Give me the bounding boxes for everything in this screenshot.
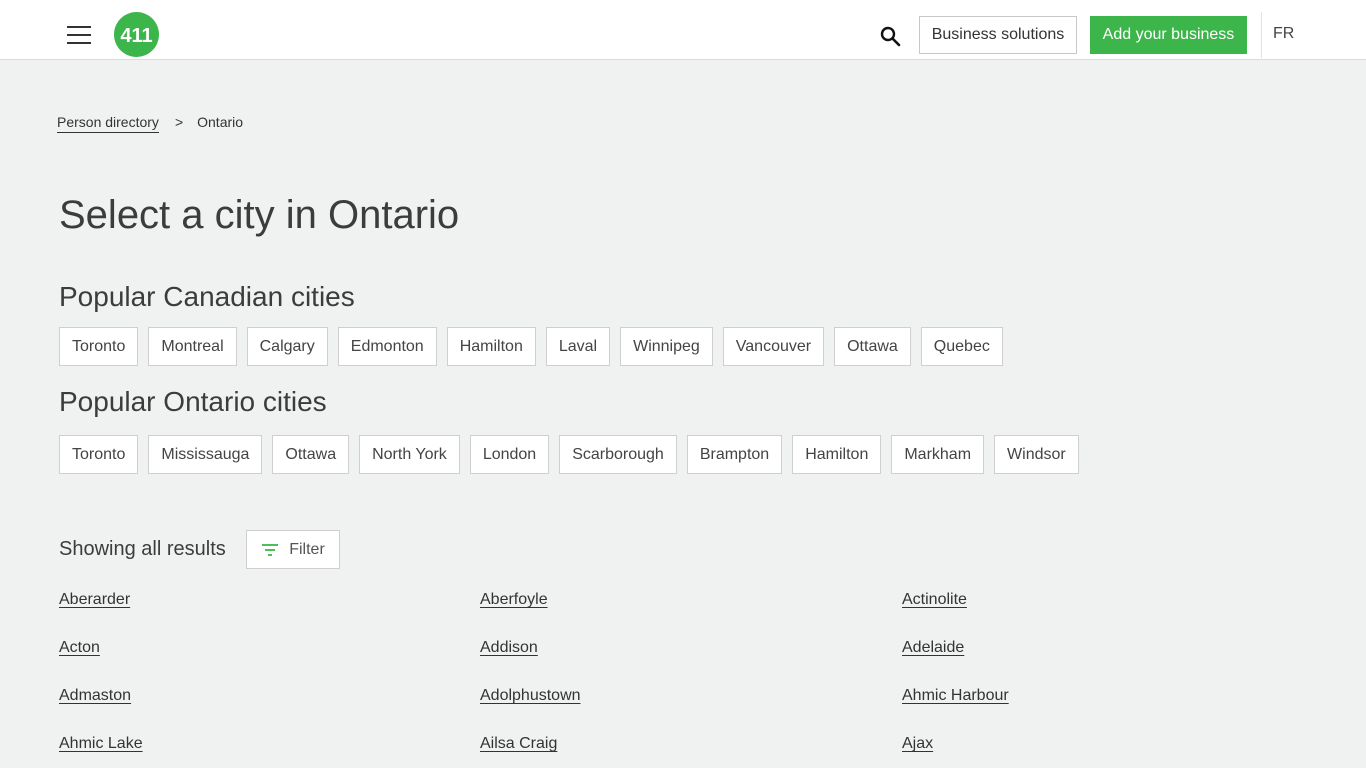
popular-canadian-cities-title: Popular Canadian cities (59, 281, 355, 312)
city-chip-laval[interactable]: Laval (545, 327, 611, 366)
breadcrumb-current: Ontario (197, 114, 244, 130)
business-solutions-button[interactable]: Business solutions (919, 16, 1077, 54)
city-chip-vancouver[interactable]: Vancouver (722, 327, 825, 366)
menu-bar (67, 42, 91, 44)
city-link-ahmic-harbour[interactable]: Ahmic Harbour (902, 685, 1009, 706)
city-link-adolphustown[interactable]: Adolphustown (480, 685, 581, 706)
city-chip-scarborough[interactable]: Scarborough (559, 435, 677, 474)
breadcrumb-separator: > (174, 114, 184, 130)
language-toggle[interactable]: FR (1273, 25, 1294, 43)
menu-bar (67, 34, 91, 36)
city-chip-winnipeg[interactable]: Winnipeg (620, 327, 713, 366)
city-link-adelaide[interactable]: Adelaide (902, 637, 964, 658)
search-icon[interactable] (878, 24, 902, 48)
page-title: Select a city in Ontario (59, 193, 460, 237)
hamburger-menu-icon[interactable] (67, 26, 91, 44)
city-link-acton[interactable]: Acton (59, 637, 100, 658)
city-chip-markham[interactable]: Markham (891, 435, 985, 474)
filter-label: Filter (289, 540, 325, 558)
city-chip-mississauga[interactable]: Mississauga (148, 435, 263, 474)
city-chip-toronto[interactable]: Toronto (59, 435, 139, 474)
city-chip-north-york[interactable]: North York (359, 435, 460, 474)
site-header: 411 Business solutions Add your business… (0, 0, 1366, 60)
city-chip-montreal[interactable]: Montreal (148, 327, 237, 366)
popular-canadian-cities-list: Toronto Montreal Calgary Edmonton Hamilt… (59, 327, 1003, 366)
city-chip-windsor[interactable]: Windsor (994, 435, 1079, 474)
city-link-addison[interactable]: Addison (480, 637, 538, 658)
language-divider (1261, 12, 1262, 58)
filter-icon (262, 543, 279, 556)
city-link-ailsa-craig[interactable]: Ailsa Craig (480, 733, 557, 754)
city-chip-london[interactable]: London (469, 435, 550, 474)
city-chip-ottawa[interactable]: Ottawa (272, 435, 350, 474)
city-link-actinolite[interactable]: Actinolite (902, 589, 967, 610)
city-chip-edmonton[interactable]: Edmonton (337, 327, 437, 366)
city-chip-calgary[interactable]: Calgary (246, 327, 328, 366)
city-chip-hamilton[interactable]: Hamilton (792, 435, 882, 474)
logo-411-icon[interactable]: 411 (114, 12, 159, 57)
menu-bar (67, 26, 91, 28)
city-chip-toronto[interactable]: Toronto (59, 327, 139, 366)
showing-results-label: Showing all results (59, 538, 226, 560)
add-your-business-button[interactable]: Add your business (1090, 16, 1247, 54)
city-chip-hamilton[interactable]: Hamilton (446, 327, 536, 366)
city-link-aberarder[interactable]: Aberarder (59, 589, 130, 610)
popular-ontario-cities-title: Popular Ontario cities (59, 386, 327, 417)
city-link-admaston[interactable]: Admaston (59, 685, 131, 706)
popular-ontario-cities-list: Toronto Mississauga Ottawa North York Lo… (59, 435, 1079, 474)
city-chip-ottawa[interactable]: Ottawa (834, 327, 911, 366)
breadcrumb-person-directory[interactable]: Person directory (57, 114, 159, 133)
city-chip-quebec[interactable]: Quebec (920, 327, 1003, 366)
filter-button[interactable]: Filter (246, 530, 340, 569)
breadcrumb: Person directory > Ontario (57, 114, 243, 133)
city-chip-brampton[interactable]: Brampton (686, 435, 783, 474)
city-link-ahmic-lake[interactable]: Ahmic Lake (59, 733, 143, 754)
city-link-ajax[interactable]: Ajax (902, 733, 933, 754)
logo-text: 411 (120, 25, 152, 47)
city-results-list: Aberarder Aberfoyle Actinolite Acton Add… (59, 589, 1319, 754)
city-link-aberfoyle[interactable]: Aberfoyle (480, 589, 548, 610)
